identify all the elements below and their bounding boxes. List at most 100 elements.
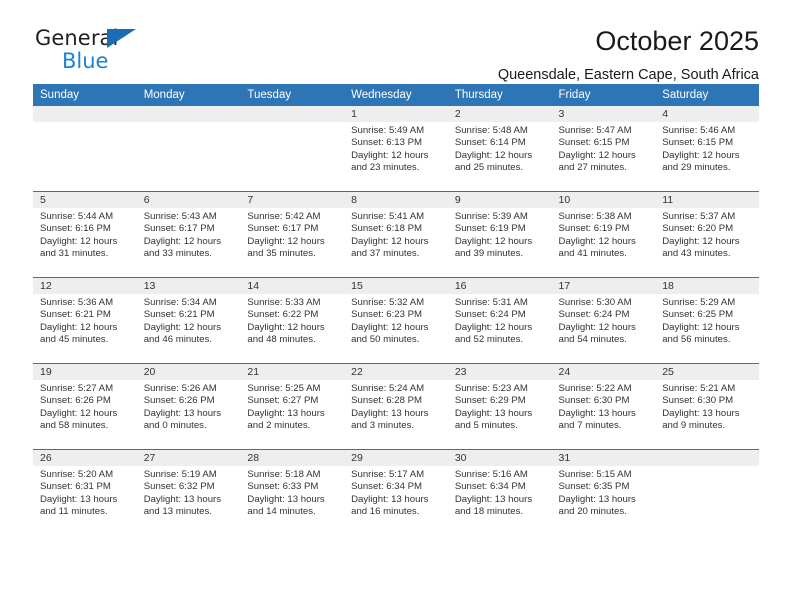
calendar-day-cell[interactable]: 11 Sunrise: 5:37 AM Sunset: 6:20 PM Dayligh… <box>655 191 759 278</box>
calendar-day-cell[interactable]: 2 Sunrise: 5:48 AM Sunset: 6:14 PM Daylight… <box>447 106 552 192</box>
calendar-day-cell[interactable]: 21 Sunrise: 5:25 AM Sunset: 6:27 PM Dayligh… <box>240 363 345 450</box>
calendar-day-cell[interactable]: 22 Sunrise: 5:24 AM Sunset: 6:28 PM Dayligh… <box>344 363 448 450</box>
sunrise-text: Sunrise: 5:27 AM <box>40 383 114 394</box>
day-cell-inner: 14 Sunrise: 5:33 AM Sunset: 6:22 PM Dayligh… <box>240 278 345 363</box>
day-cell-inner: 1 Sunrise: 5:49 AM Sunset: 6:13 PM Daylight… <box>344 106 448 191</box>
calendar-day-cell[interactable]: 8 Sunrise: 5:41 AM Sunset: 6:18 PM Daylight… <box>344 191 448 278</box>
calendar-day-cell[interactable] <box>655 449 759 535</box>
daylight-text-line1: Daylight: 12 hours <box>454 235 533 247</box>
calendar-week-row: 12 Sunrise: 5:36 AM Sunset: 6:21 PM Dayligh… <box>33 277 759 364</box>
calendar-day-cell[interactable]: 3 Sunrise: 5:47 AM Sunset: 6:15 PM Daylight… <box>551 106 656 192</box>
daylight-text-line2: and 20 minutes. <box>558 506 627 518</box>
daylight-text-line2: and 58 minutes. <box>40 420 109 432</box>
daylight-text-line1: Daylight: 12 hours <box>454 321 533 333</box>
daylight-text-line2: and 13 minutes. <box>143 506 212 518</box>
sunrise-text: Sunrise: 5:25 AM <box>247 383 321 394</box>
weekday-header-saturday: Saturday <box>655 84 759 106</box>
calendar-day-cell[interactable]: 26 Sunrise: 5:20 AM Sunset: 6:31 PM Dayligh… <box>33 449 137 535</box>
calendar-day-cell[interactable]: 30 Sunrise: 5:16 AM Sunset: 6:34 PM Dayligh… <box>447 449 552 535</box>
daylight-text-line1: Daylight: 12 hours <box>351 321 429 333</box>
day-number: 10 <box>551 192 656 208</box>
calendar-day-cell[interactable]: 24 Sunrise: 5:22 AM Sunset: 6:30 PM Dayligh… <box>551 363 656 450</box>
sunset-text: Sunset: 6:24 PM <box>454 309 526 321</box>
day-details: Sunrise: 5:41 AM Sunset: 6:18 PM Daylight:… <box>344 208 448 261</box>
day-cell-inner: 7 Sunrise: 5:42 AM Sunset: 6:17 PM Daylight… <box>240 192 345 277</box>
calendar-table: Sunday Monday Tuesday Wednesday Thursday… <box>33 84 759 535</box>
sunset-text: Sunset: 6:28 PM <box>351 395 423 407</box>
calendar-day-cell[interactable]: 29 Sunrise: 5:17 AM Sunset: 6:34 PM Dayligh… <box>344 449 448 535</box>
calendar-day-cell[interactable]: 9 Sunrise: 5:39 AM Sunset: 6:19 PM Daylight… <box>447 191 552 278</box>
day-details <box>240 122 344 125</box>
calendar-day-cell[interactable]: 14 Sunrise: 5:33 AM Sunset: 6:22 PM Dayligh… <box>240 277 345 364</box>
day-cell-inner <box>655 450 759 535</box>
calendar-day-cell[interactable]: 12 Sunrise: 5:36 AM Sunset: 6:21 PM Dayligh… <box>33 277 137 364</box>
day-details: Sunrise: 5:30 AM Sunset: 6:24 PM Daylight:… <box>552 294 656 347</box>
calendar-day-cell[interactable]: 18 Sunrise: 5:29 AM Sunset: 6:25 PM Dayligh… <box>655 277 759 364</box>
day-cell-inner: 24 Sunrise: 5:22 AM Sunset: 6:30 PM Dayligh… <box>551 364 656 449</box>
daylight-text-line2: and 52 minutes. <box>454 334 524 346</box>
day-details: Sunrise: 5:27 AM Sunset: 6:26 PM Daylight:… <box>33 380 137 433</box>
day-details <box>655 466 759 469</box>
day-details: Sunrise: 5:17 AM Sunset: 6:34 PM Daylight:… <box>344 466 448 519</box>
calendar-day-cell[interactable]: 13 Sunrise: 5:34 AM Sunset: 6:21 PM Dayligh… <box>136 277 241 364</box>
sunrise-text: Sunrise: 5:44 AM <box>40 211 114 222</box>
daylight-text-line1: Daylight: 12 hours <box>351 149 429 161</box>
day-number: 5 <box>33 192 137 208</box>
daylight-text-line2: and 35 minutes. <box>247 248 316 260</box>
calendar-day-cell[interactable]: 20 Sunrise: 5:26 AM Sunset: 6:26 PM Dayligh… <box>136 363 241 450</box>
calendar-day-cell[interactable]: 15 Sunrise: 5:32 AM Sunset: 6:23 PM Dayligh… <box>344 277 448 364</box>
sunset-text: Sunset: 6:24 PM <box>558 309 630 321</box>
day-number: 14 <box>240 278 345 294</box>
sunrise-text: Sunrise: 5:15 AM <box>558 469 632 480</box>
calendar-day-cell[interactable] <box>33 106 137 192</box>
calendar-day-cell[interactable]: 4 Sunrise: 5:46 AM Sunset: 6:15 PM Daylight… <box>655 106 759 192</box>
day-number: 9 <box>447 192 552 208</box>
day-number: 16 <box>447 278 552 294</box>
day-cell-inner: 12 Sunrise: 5:36 AM Sunset: 6:21 PM Dayligh… <box>33 278 137 363</box>
day-cell-inner: 26 Sunrise: 5:20 AM Sunset: 6:31 PM Dayligh… <box>33 450 137 535</box>
calendar-day-cell[interactable]: 16 Sunrise: 5:31 AM Sunset: 6:24 PM Dayligh… <box>447 277 552 364</box>
day-number: 3 <box>551 106 656 122</box>
sunset-text: Sunset: 6:16 PM <box>40 223 111 235</box>
daylight-text-line1: Daylight: 12 hours <box>662 235 740 247</box>
daylight-text-line2: and 5 minutes. <box>454 420 518 432</box>
weekday-header-friday: Friday <box>551 84 656 106</box>
calendar-day-cell[interactable]: 31 Sunrise: 5:15 AM Sunset: 6:35 PM Dayligh… <box>551 449 656 535</box>
calendar-day-cell[interactable]: 5 Sunrise: 5:44 AM Sunset: 6:16 PM Daylight… <box>33 191 137 278</box>
sunrise-text: Sunrise: 5:49 AM <box>351 125 425 136</box>
daylight-text-line1: Daylight: 13 hours <box>558 493 636 505</box>
day-cell-inner: 17 Sunrise: 5:30 AM Sunset: 6:24 PM Dayligh… <box>551 278 656 363</box>
page-title: October 2025 <box>595 26 759 56</box>
day-details <box>137 122 241 125</box>
weekday-header-thursday: Thursday <box>447 84 552 106</box>
daylight-text-line1: Daylight: 13 hours <box>143 493 222 505</box>
sunset-text: Sunset: 6:17 PM <box>143 223 215 235</box>
title-block: October 2025 Queensdale, Eastern Cape, S… <box>498 26 759 84</box>
calendar-day-cell[interactable] <box>136 106 241 192</box>
sunrise-text: Sunrise: 5:41 AM <box>351 211 425 222</box>
calendar-day-cell[interactable]: 28 Sunrise: 5:18 AM Sunset: 6:33 PM Dayligh… <box>240 449 345 535</box>
day-number: 21 <box>240 364 345 380</box>
calendar-day-cell[interactable]: 25 Sunrise: 5:21 AM Sunset: 6:30 PM Dayligh… <box>655 363 759 450</box>
day-details: Sunrise: 5:21 AM Sunset: 6:30 PM Daylight:… <box>655 380 759 433</box>
calendar-day-cell[interactable]: 10 Sunrise: 5:38 AM Sunset: 6:19 PM Dayligh… <box>551 191 656 278</box>
calendar-day-cell[interactable]: 23 Sunrise: 5:23 AM Sunset: 6:29 PM Dayligh… <box>447 363 552 450</box>
calendar-day-cell[interactable]: 17 Sunrise: 5:30 AM Sunset: 6:24 PM Dayligh… <box>551 277 656 364</box>
calendar-day-cell[interactable]: 6 Sunrise: 5:43 AM Sunset: 6:17 PM Daylight… <box>136 191 241 278</box>
day-number: 31 <box>551 450 656 466</box>
day-details: Sunrise: 5:48 AM Sunset: 6:14 PM Daylight:… <box>448 122 552 175</box>
calendar-day-cell[interactable]: 19 Sunrise: 5:27 AM Sunset: 6:26 PM Dayligh… <box>33 363 137 450</box>
sunset-text: Sunset: 6:18 PM <box>351 223 423 235</box>
day-cell-inner <box>33 106 137 191</box>
daylight-text-line1: Daylight: 12 hours <box>247 235 325 247</box>
daylight-text-line1: Daylight: 12 hours <box>40 407 118 419</box>
calendar-header-row: Sunday Monday Tuesday Wednesday Thursday… <box>33 84 759 106</box>
calendar-day-cell[interactable]: 1 Sunrise: 5:49 AM Sunset: 6:13 PM Daylight… <box>344 106 448 192</box>
day-cell-inner: 25 Sunrise: 5:21 AM Sunset: 6:30 PM Dayligh… <box>655 364 759 449</box>
daylight-text-line1: Daylight: 13 hours <box>40 493 118 505</box>
sunrise-text: Sunrise: 5:36 AM <box>40 297 114 308</box>
calendar-day-cell[interactable] <box>240 106 345 192</box>
day-details: Sunrise: 5:22 AM Sunset: 6:30 PM Daylight:… <box>552 380 656 433</box>
calendar-day-cell[interactable]: 27 Sunrise: 5:19 AM Sunset: 6:32 PM Dayligh… <box>136 449 241 535</box>
calendar-day-cell[interactable]: 7 Sunrise: 5:42 AM Sunset: 6:17 PM Daylight… <box>240 191 345 278</box>
